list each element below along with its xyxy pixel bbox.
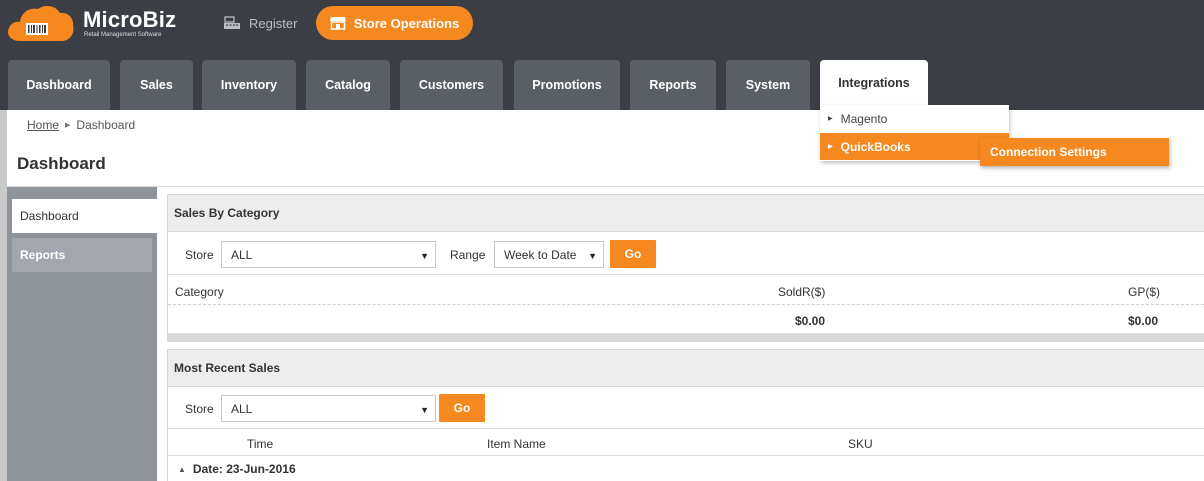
breadcrumb: Home ▶ Dashboard xyxy=(27,118,135,132)
breadcrumb-current: Dashboard xyxy=(76,118,136,132)
table-divider xyxy=(168,428,1204,429)
recent-go-button[interactable]: Go xyxy=(439,394,485,422)
menu-item-magento-label: Magento xyxy=(840,111,888,126)
column-header-time: Time xyxy=(247,437,274,451)
range-label: Range xyxy=(450,248,486,262)
range-select-value: Week to Date xyxy=(504,247,577,262)
title-divider xyxy=(7,186,1204,187)
menu-item-connection-settings[interactable]: Connection Settings xyxy=(980,138,1169,166)
tab-inventory[interactable]: Inventory xyxy=(202,60,296,110)
range-select[interactable]: Week to Date ▼ xyxy=(494,241,604,268)
menu-arrow-icon: ▶ xyxy=(828,144,833,150)
menu-item-magento[interactable]: ▶ Magento xyxy=(820,105,1009,132)
column-header-soldr: SoldR($) xyxy=(778,285,826,299)
breadcrumb-home-link[interactable]: Home xyxy=(27,118,59,132)
column-header-category: Category xyxy=(175,285,224,299)
left-edge xyxy=(0,110,7,481)
tab-integrations[interactable]: Integrations xyxy=(820,60,928,105)
recent-store-select[interactable]: ALL ▼ xyxy=(221,395,436,422)
tab-reports[interactable]: Reports xyxy=(630,60,716,110)
logo-subtitle: Retail Management Software xyxy=(84,32,162,38)
chevron-down-icon: ▼ xyxy=(420,251,429,261)
store-icon xyxy=(329,17,346,30)
store-operations-button[interactable]: Store Operations xyxy=(316,6,473,40)
breadcrumb-separator-icon: ▶ xyxy=(65,122,71,129)
column-header-gp: GP($) xyxy=(1128,285,1161,299)
menu-arrow-icon: ▶ xyxy=(828,116,833,122)
store-select[interactable]: ALL ▼ xyxy=(221,241,436,268)
sidebar-item-reports[interactable]: Reports xyxy=(12,238,152,272)
horizontal-scrollbar[interactable] xyxy=(168,333,1204,342)
cloud-logo-icon xyxy=(8,5,74,41)
total-gp-value: $0.00 xyxy=(1128,314,1159,328)
logo-title: MicroBiz xyxy=(83,7,177,32)
table-divider xyxy=(168,455,1204,456)
most-recent-sales-title: Most Recent Sales xyxy=(168,350,1204,387)
store-label: Store xyxy=(185,248,214,262)
tab-system[interactable]: System xyxy=(726,60,810,110)
register-button[interactable]: Register xyxy=(217,8,303,38)
column-header-sku: SKU xyxy=(848,437,873,451)
cash-register-icon xyxy=(224,16,240,29)
menu-item-quickbooks-label: QuickBooks xyxy=(840,139,911,154)
page-title: Dashboard xyxy=(17,154,106,173)
date-group-row[interactable]: ▲ Date: 23-Jun-2016 xyxy=(178,462,296,476)
chevron-down-icon: ▼ xyxy=(588,251,597,261)
tab-customers[interactable]: Customers xyxy=(400,60,503,110)
sales-by-category-panel: Sales By Category xyxy=(167,194,1204,342)
tab-catalog[interactable]: Catalog xyxy=(306,60,390,110)
sales-by-category-title: Sales By Category xyxy=(168,195,1204,232)
register-label: Register xyxy=(249,15,298,31)
store-select-value: ALL xyxy=(231,247,253,262)
store-operations-label: Store Operations xyxy=(353,15,460,31)
tab-dashboard[interactable]: Dashboard xyxy=(8,60,110,110)
table-divider xyxy=(168,304,1204,305)
microbiz-logo[interactable]: MicroBiz Retail Management Software xyxy=(6,3,176,43)
table-divider xyxy=(168,274,1204,275)
collapse-triangle-icon: ▲ xyxy=(178,464,186,474)
column-header-item-name: Item Name xyxy=(487,437,546,451)
sidebar-item-dashboard[interactable]: Dashboard xyxy=(12,199,157,233)
tab-promotions[interactable]: Promotions xyxy=(514,60,620,110)
store-label: Store xyxy=(185,402,214,416)
go-button[interactable]: Go xyxy=(610,240,656,268)
chevron-down-icon: ▼ xyxy=(420,405,429,415)
recent-store-select-value: ALL xyxy=(231,401,253,416)
date-group-label: Date: 23-Jun-2016 xyxy=(192,462,296,476)
total-sold-value: $0.00 xyxy=(795,314,826,328)
tab-sales[interactable]: Sales xyxy=(120,60,193,110)
